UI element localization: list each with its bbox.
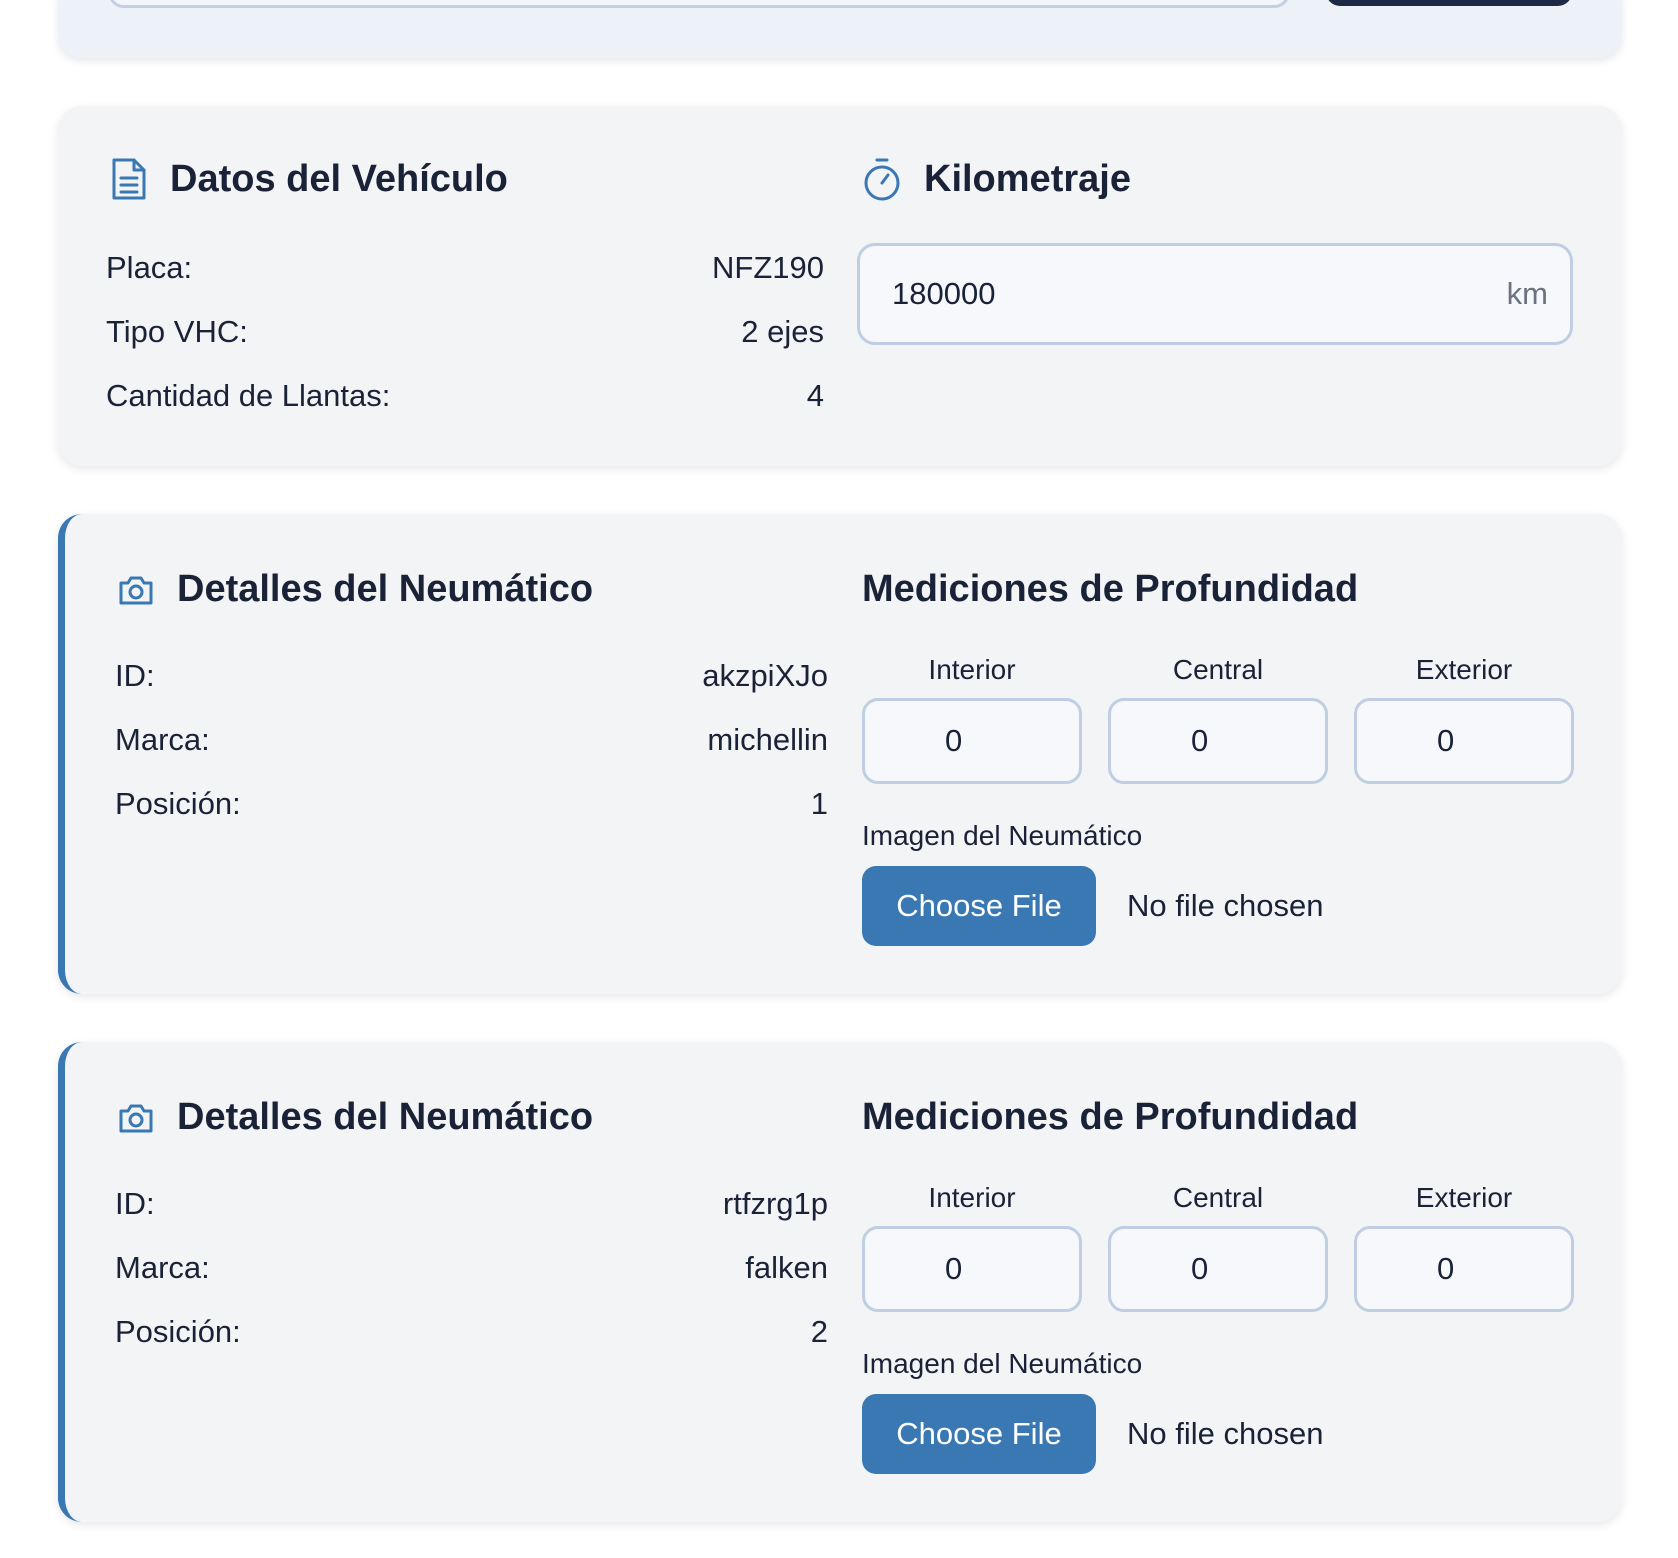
tire-heading: Detalles del Neumático	[117, 1096, 593, 1139]
image-label: Imagen del Neumático	[862, 1348, 1143, 1379]
row-label: Posición:	[115, 786, 241, 821]
tire-row-brand: Marca: michellin	[115, 718, 828, 762]
row-label: Tipo VHC:	[106, 314, 248, 349]
row-label: Marca:	[115, 722, 210, 757]
row-value: michellin	[707, 722, 828, 757]
camera-icon	[117, 573, 155, 607]
depth-input-interior[interactable]: 0	[862, 1226, 1082, 1312]
row-value: falken	[745, 1250, 828, 1285]
mileage-title: Kilometraje	[924, 157, 1131, 200]
depth-label-central: Central	[1172, 1182, 1264, 1213]
tire-row-position: Posición: 1	[115, 782, 828, 826]
depth-input-exterior[interactable]: 0	[1354, 1226, 1574, 1312]
depth-heading: Mediciones de Profundidad	[862, 568, 1358, 611]
depth-title: Mediciones de Profundidad	[862, 568, 1359, 610]
depth-value: 0	[1191, 1251, 1209, 1286]
depth-input-central[interactable]: 0	[1108, 1226, 1328, 1312]
image-label: Imagen del Neumático	[862, 820, 1143, 851]
row-value: 4	[806, 378, 824, 413]
search-card	[58, 0, 1622, 58]
camera-icon	[117, 1101, 155, 1135]
mileage-heading: Kilometraje	[862, 156, 1131, 202]
tire-row-brand: Marca: falken	[115, 1246, 828, 1290]
depth-input-interior[interactable]: 0	[862, 698, 1082, 784]
choose-file-button[interactable]: Choose File	[862, 866, 1096, 946]
row-label: ID:	[115, 658, 155, 693]
tire-row-id: ID: rtfzrg1p	[115, 1182, 828, 1226]
row-value: 2 ejes	[741, 314, 824, 349]
row-value: rtfzrg1p	[722, 1186, 828, 1221]
row-value: akzpiXJo	[702, 658, 828, 693]
depth-input-exterior[interactable]: 0	[1354, 698, 1574, 784]
vehicle-row-type: Tipo VHC: 2 ejes	[106, 310, 824, 354]
tire-title: Detalles del Neumático	[177, 568, 594, 610]
tire-card: Detalles del Neumático ID: rtfzrg1p Marc…	[58, 1042, 1622, 1522]
row-value: NFZ190	[712, 250, 824, 285]
vehicle-row-plate: Placa: NFZ190	[106, 246, 824, 290]
depth-value: 0	[945, 1251, 963, 1286]
choose-file-button[interactable]: Choose File	[862, 1394, 1096, 1474]
file-status: No file chosen	[1127, 888, 1324, 923]
stopwatch-icon	[862, 156, 902, 202]
tire-card: Detalles del Neumático ID: akzpiXJo Marc…	[58, 514, 1622, 994]
row-value: 1	[810, 786, 828, 821]
tire-row-position: Posición: 2	[115, 1310, 828, 1354]
mileage-unit: km	[1506, 276, 1548, 311]
search-input[interactable]	[108, 0, 1290, 8]
depth-value: 0	[1437, 723, 1455, 758]
depth-label-exterior: Exterior	[1415, 654, 1513, 685]
depth-value: 0	[1191, 723, 1209, 758]
mileage-input[interactable]: 180000 km	[857, 243, 1573, 345]
depth-label-interior: Interior	[928, 1182, 1016, 1213]
tire-heading: Detalles del Neumático	[117, 568, 593, 611]
vehicle-title: Datos del Vehículo	[170, 157, 508, 200]
file-status: No file chosen	[1127, 1416, 1324, 1451]
search-button[interactable]	[1326, 0, 1572, 6]
depth-label-exterior: Exterior	[1415, 1182, 1513, 1213]
mileage-value: 180000	[892, 276, 996, 311]
depth-input-central[interactable]: 0	[1108, 698, 1328, 784]
vehicle-row-tire-count: Cantidad de Llantas: 4	[106, 374, 824, 418]
depth-value: 0	[945, 723, 963, 758]
row-label: ID:	[115, 1186, 155, 1221]
page: Datos del Vehículo Placa: NFZ190 Tipo VH…	[0, 0, 1678, 1558]
depth-label-central: Central	[1172, 654, 1264, 685]
row-label: Marca:	[115, 1250, 210, 1285]
depth-heading: Mediciones de Profundidad	[862, 1096, 1358, 1139]
row-label: Placa:	[106, 250, 193, 285]
row-label: Posición:	[115, 1314, 241, 1349]
tire-row-id: ID: akzpiXJo	[115, 654, 828, 698]
depth-label-interior: Interior	[928, 654, 1016, 685]
tire-title: Detalles del Neumático	[177, 1096, 594, 1138]
row-label: Cantidad de Llantas:	[106, 378, 391, 413]
depth-value: 0	[1437, 1251, 1455, 1286]
document-icon	[110, 156, 148, 202]
row-value: 2	[810, 1314, 828, 1349]
depth-title: Mediciones de Profundidad	[862, 1096, 1359, 1138]
vehicle-heading: Datos del Vehículo	[110, 156, 508, 202]
